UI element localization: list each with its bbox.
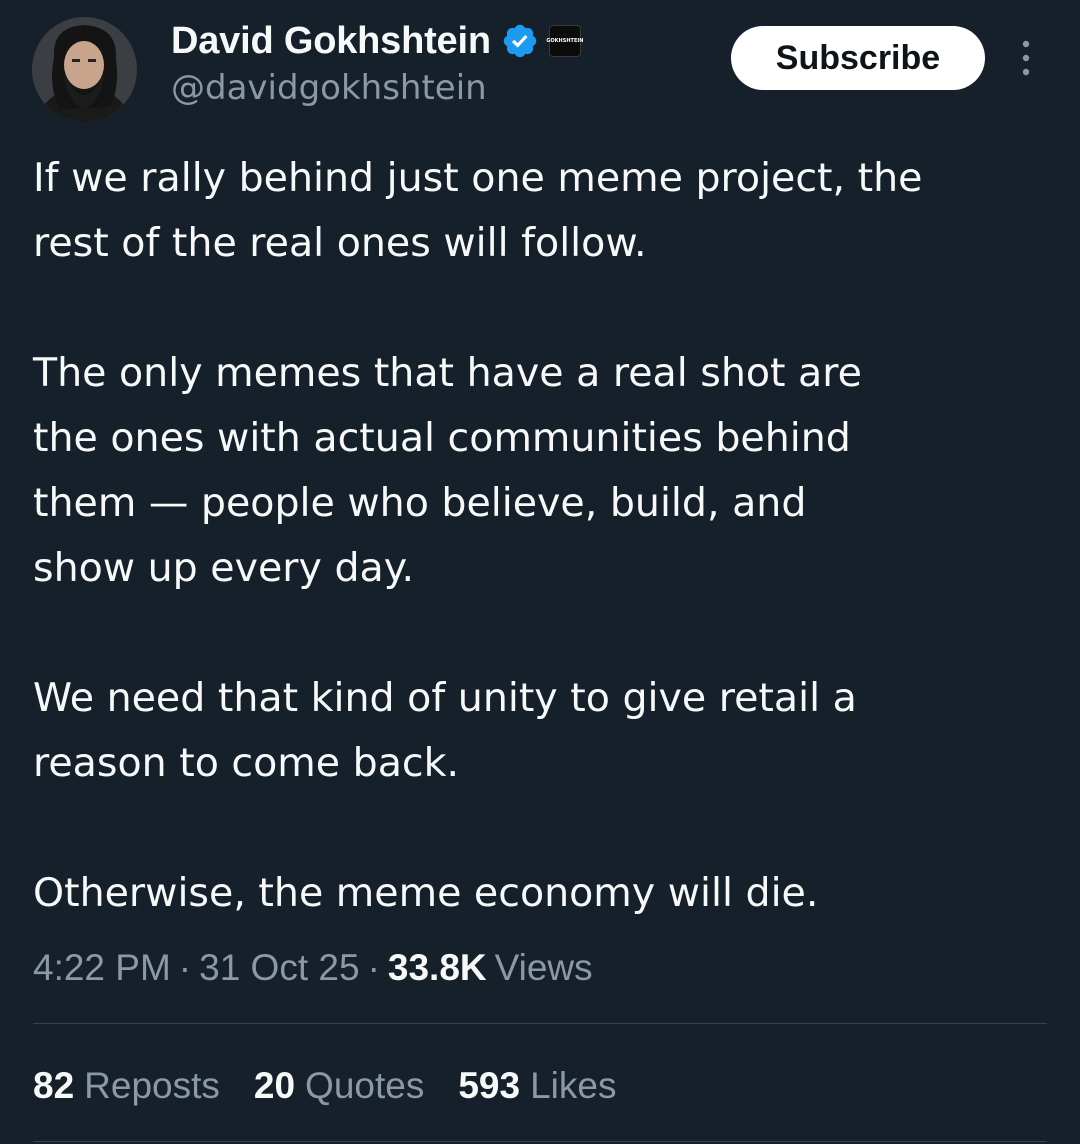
quotes-label: Quotes	[305, 1065, 425, 1106]
divider	[33, 1023, 1047, 1024]
verified-badge-icon[interactable]	[501, 22, 539, 60]
author-name-row: David Gokhshtein GOKHSHTEIN	[171, 18, 584, 64]
tweet-metadata: 4:22 PM · 31 Oct 25 · 33.8K Views	[33, 942, 593, 994]
engagement-stats: 82 Reposts 20 Quotes 593 Likes	[33, 1060, 650, 1112]
more-vertical-icon[interactable]	[1012, 36, 1040, 80]
likes-count: 593	[458, 1065, 521, 1106]
reposts-count: 82	[33, 1065, 75, 1106]
author-display-name[interactable]: David Gokhshtein	[171, 20, 491, 63]
avatar-portrait	[32, 17, 137, 122]
divider	[33, 1141, 1047, 1142]
reposts-label: Reposts	[84, 1065, 220, 1106]
avatar[interactable]	[32, 17, 137, 122]
tweet-paragraph: Otherwise, the meme economy will die.	[33, 870, 819, 916]
views-count: 33.8K	[387, 947, 487, 988]
likes-label: Likes	[530, 1065, 617, 1106]
author-handle[interactable]: @davidgokhshtein	[171, 68, 487, 108]
meta-separator: ·	[367, 947, 380, 988]
reposts-stat[interactable]: 82 Reposts	[33, 1065, 220, 1107]
post-time[interactable]: 4:22 PM	[33, 947, 171, 989]
tweet-paragraph: The only memes that have a real shot are…	[33, 350, 862, 591]
org-badge-text: GOKHSHTEIN	[546, 38, 584, 44]
views-label: Views	[494, 947, 593, 988]
tweet-paragraph: We need that kind of unity to give retai…	[33, 675, 857, 786]
quotes-stat[interactable]: 20 Quotes	[254, 1065, 424, 1107]
likes-stat[interactable]: 593 Likes	[458, 1065, 616, 1107]
tweet-paragraph: If we rally behind just one meme project…	[33, 155, 923, 266]
subscribe-button[interactable]: Subscribe	[731, 26, 985, 90]
meta-separator: ·	[178, 947, 192, 988]
org-affiliation-badge[interactable]: GOKHSHTEIN	[546, 25, 584, 57]
post-date[interactable]: 31 Oct 25	[199, 947, 359, 989]
tweet-text: If we rally behind just one meme project…	[33, 146, 1053, 926]
quotes-count: 20	[253, 1065, 296, 1106]
